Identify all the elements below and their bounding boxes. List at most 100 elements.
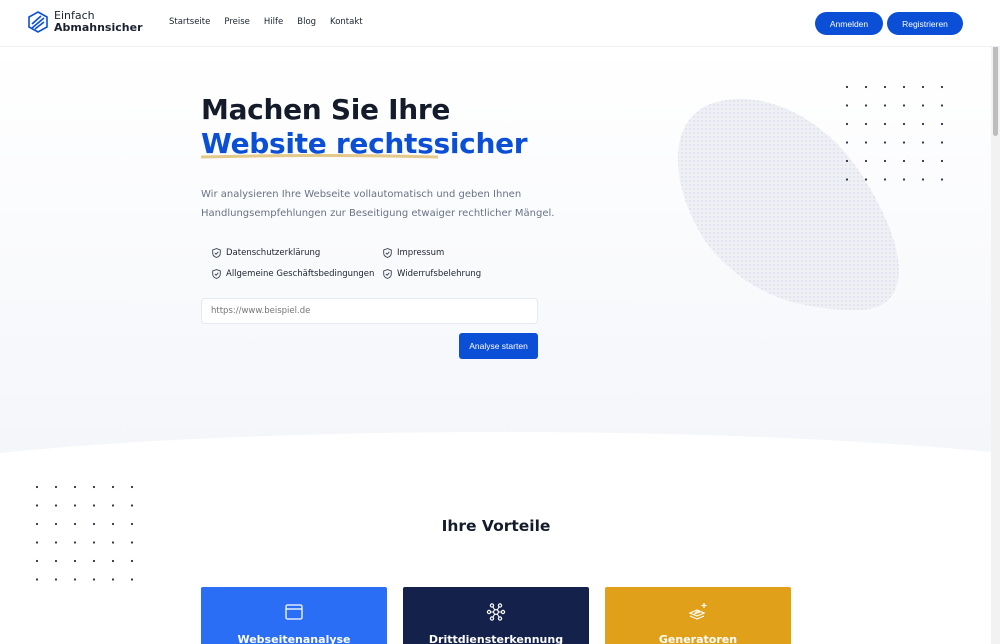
decor-dot [54, 578, 58, 581]
decor-dot [921, 85, 925, 89]
decor-dot [883, 178, 887, 181]
nav-kontakt[interactable]: Kontakt [330, 17, 363, 27]
card-drittdiensterkennung[interactable]: Drittdiensterkennung [403, 587, 589, 644]
decor-dot [864, 141, 868, 144]
login-button[interactable]: Anmelden [815, 12, 883, 35]
decor-dot [845, 141, 849, 144]
decor-dot [111, 559, 115, 563]
nav-startseite[interactable]: Startseite [169, 17, 210, 27]
decor-dot [940, 159, 944, 163]
logo-icon [28, 11, 48, 33]
logo[interactable]: Einfach Abmahnsicher [28, 10, 143, 34]
decor-dot [73, 485, 77, 489]
decor-dot [92, 504, 96, 507]
dot-grid-decoration [845, 85, 944, 181]
decor-dot [54, 559, 58, 563]
decor-dot [845, 178, 849, 181]
shield-check-icon [212, 248, 221, 258]
decor-dot [130, 541, 134, 544]
decor-dot [883, 85, 887, 89]
card-generatoren[interactable]: Generatoren [605, 587, 791, 644]
decor-dot [864, 159, 868, 163]
decor-dot [111, 504, 115, 507]
decor-dot [921, 178, 925, 181]
decor-dot [921, 141, 925, 144]
decor-dot [902, 85, 906, 89]
decor-dot [35, 578, 39, 581]
url-input[interactable] [201, 298, 538, 324]
decor-dot [940, 122, 944, 126]
card-title: Webseitenanalyse [237, 633, 351, 644]
decor-dot [940, 141, 944, 144]
decor-dot [130, 504, 134, 507]
check-label: Impressum [397, 248, 445, 258]
decor-dot [883, 122, 887, 126]
decor-dot [73, 559, 77, 563]
decor-dot [864, 104, 868, 107]
decor-dot [73, 504, 77, 507]
shield-check-icon [383, 269, 392, 279]
decor-dot [902, 159, 906, 163]
nav-blog[interactable]: Blog [297, 17, 316, 27]
benefits-title: Ihre Vorteile [441, 517, 551, 535]
network-nodes-icon [486, 603, 506, 621]
decor-dot [845, 104, 849, 107]
decor-dot [845, 85, 849, 89]
check-label: Allgemeine Geschäftsbedingungen [226, 269, 375, 279]
decor-dot [864, 178, 868, 181]
decor-dot [73, 578, 77, 581]
decor-dot [921, 104, 925, 107]
logo-text-line2: Abmahnsicher [54, 21, 143, 34]
check-label: Datenschutzerklärung [226, 248, 321, 258]
card-title: Drittdiensterkennung [428, 633, 564, 644]
decor-dot [864, 85, 868, 89]
decor-dot [940, 85, 944, 89]
decor-dot [883, 104, 887, 107]
decor-dot [92, 559, 96, 563]
check-widerruf: Widerrufsbelehrung [383, 269, 481, 279]
decor-dot [921, 122, 925, 126]
decor-dot [54, 541, 58, 544]
decor-dot [940, 104, 944, 107]
decor-dot [111, 485, 115, 489]
check-datenschutz: Datenschutzerklärung [212, 248, 320, 258]
nav-hilfe[interactable]: Hilfe [264, 17, 283, 27]
decor-dot [35, 485, 39, 489]
hero-title-line1: Machen Sie Ihre [201, 93, 451, 126]
decor-dot [902, 178, 906, 181]
decor-dot [111, 541, 115, 544]
main-nav: Startseite Preise Hilfe Blog Kontakt [169, 17, 377, 27]
hero-wave [0, 432, 1000, 457]
decor-dot [35, 559, 39, 563]
check-agb: Allgemeine Geschäftsbedingungen [212, 269, 374, 279]
decor-dot [864, 122, 868, 126]
page-scrollbar[interactable] [991, 0, 1000, 644]
analyse-start-button[interactable]: Analyse starten [459, 333, 538, 359]
browser-window-icon [285, 604, 303, 620]
card-webseitenanalyse[interactable]: Webseitenanalyse [201, 587, 387, 644]
decor-dot [902, 141, 906, 144]
decor-dot [35, 504, 39, 507]
decor-dot [130, 559, 134, 563]
decor-dot [54, 504, 58, 507]
decor-dot [883, 141, 887, 144]
decor-dot [130, 485, 134, 489]
shield-check-icon [383, 248, 392, 258]
decor-dot [92, 541, 96, 544]
top-navbar: Einfach Abmahnsicher Startseite Preise H… [0, 0, 1000, 47]
decor-dot [940, 178, 944, 181]
decor-dot [902, 122, 906, 126]
decor-dot [883, 159, 887, 163]
decor-dot [54, 485, 58, 489]
decor-dot [845, 159, 849, 163]
hero-description: Wir analysieren Ihre Webseite vollautoma… [201, 189, 555, 219]
decor-dot [35, 541, 39, 544]
hero-title-line2: Website rechtssicher [201, 127, 528, 160]
decor-dot [92, 485, 96, 489]
register-button[interactable]: Registrieren [887, 12, 963, 35]
shield-check-icon [212, 269, 221, 279]
nav-preise[interactable]: Preise [224, 17, 250, 27]
decor-dot [92, 578, 96, 581]
layers-sparkle-icon [688, 603, 707, 620]
decor-dot [130, 578, 134, 581]
